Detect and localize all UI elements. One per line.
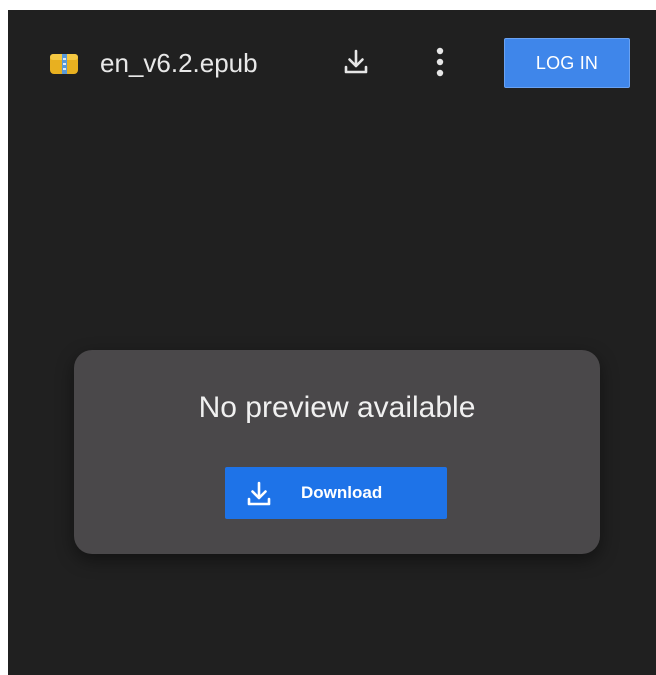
- download-icon: [245, 480, 273, 508]
- download-button-label: Download: [301, 483, 383, 502]
- more-vert-icon: [435, 47, 445, 82]
- download-button[interactable]: [334, 42, 378, 86]
- archive-file-icon: [50, 52, 78, 76]
- file-viewer: en_v6.2.epub LOG IN No preview available: [8, 10, 656, 675]
- no-preview-message: No preview available: [198, 391, 476, 424]
- more-options-button[interactable]: [418, 42, 462, 86]
- no-preview-card: No preview available Download: [74, 350, 600, 554]
- file-name: en_v6.2.epub: [100, 48, 258, 78]
- download-file-button[interactable]: Download: [225, 467, 447, 519]
- top-bar: en_v6.2.epub LOG IN: [8, 10, 656, 110]
- download-icon: [342, 48, 370, 81]
- login-button[interactable]: LOG IN: [504, 38, 630, 88]
